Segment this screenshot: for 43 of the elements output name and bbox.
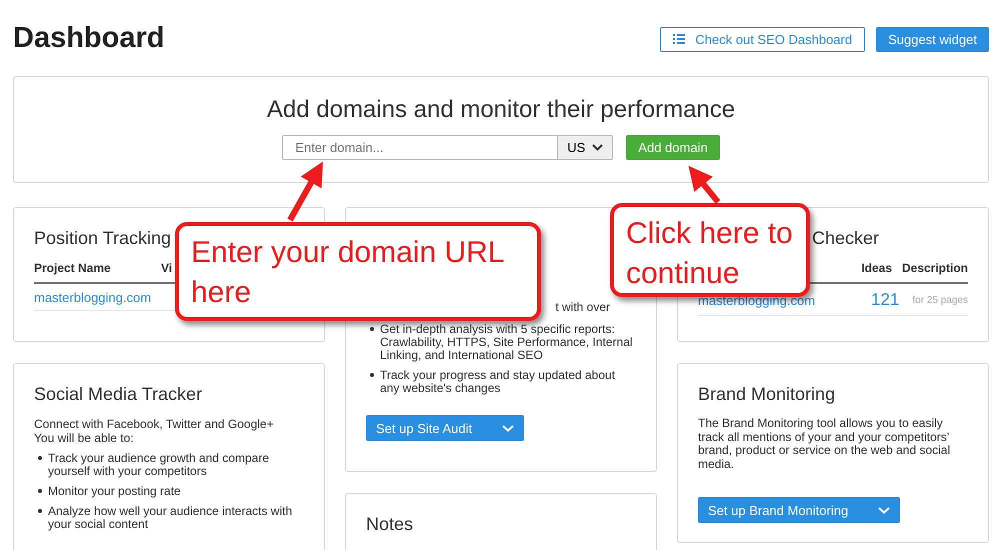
bullet-icon [38, 456, 42, 460]
card-title: Brand Monitoring [698, 384, 836, 405]
chevron-icon [502, 424, 514, 432]
setup-button[interactable]: Set up Site Audit [366, 415, 524, 441]
callout-box: Enter your domain URL here [175, 222, 541, 321]
bullet-text: Track your audience growth and compare yourself with your competitors [48, 452, 270, 478]
card-title: Checker [812, 228, 880, 249]
bullet-text: Monitor your posting rate [48, 485, 181, 498]
card-title: Notes [366, 514, 414, 535]
intro-text: Connect with Facebook, Twitter and Google+ [34, 417, 275, 431]
callout-arrow [287, 162, 323, 222]
bullet-text: Track your progress and stay updated about any website's changes [380, 369, 616, 395]
bullet-icon [370, 327, 374, 331]
bullet-icon [38, 489, 42, 493]
bullet-text: Get in-depth analysis with 5 specific reports: Crawlability, HTTPS, Site Performance, Internal Linking, and International SEO [380, 323, 634, 362]
project-link[interactable]: masterblogging.com [34, 290, 152, 305]
domain-input-field[interactable]: Enter domain... [282, 135, 558, 160]
card-title: Social Media Tracker [34, 384, 204, 405]
card-title: Position Tracking [34, 228, 172, 249]
intro-text: You will be able to: [34, 431, 135, 445]
description-text: The Brand Monitoring tool allows you to easily track all mentions of your and your competitors’ brand, product or service on the web and social media. [698, 417, 952, 471]
ideas-count[interactable]: 121 [839, 290, 900, 310]
header-button[interactable]: Suggest widget [876, 26, 989, 52]
list-icon [673, 34, 686, 44]
bullet-text: Analyze how well your audience interacts with your social content [48, 505, 294, 531]
column-header: Description [900, 261, 968, 275]
chevron-icon [592, 144, 604, 151]
callout-box: Click here to continue [610, 203, 810, 297]
column-header: Project Name [34, 261, 112, 275]
bullet-icon [38, 509, 42, 513]
callout-arrow [688, 166, 720, 204]
add-domain-button[interactable]: Add domain [626, 135, 720, 160]
setup-button[interactable]: Set up Brand Monitoring [698, 497, 900, 523]
page-title: Dashboard [13, 22, 164, 54]
column-header: Vi [161, 261, 172, 275]
bullet-icon [370, 373, 374, 377]
header-button[interactable]: Check out SEO Dashboard [660, 26, 866, 52]
chevron-icon [878, 506, 890, 514]
card-title: Add domains and monitor their performance [266, 96, 736, 124]
description-text: for 25 pages [912, 294, 968, 306]
country-dropdown[interactable]: US [558, 135, 614, 160]
column-header: Ideas [860, 261, 892, 275]
intro-text: t with over [554, 300, 611, 314]
